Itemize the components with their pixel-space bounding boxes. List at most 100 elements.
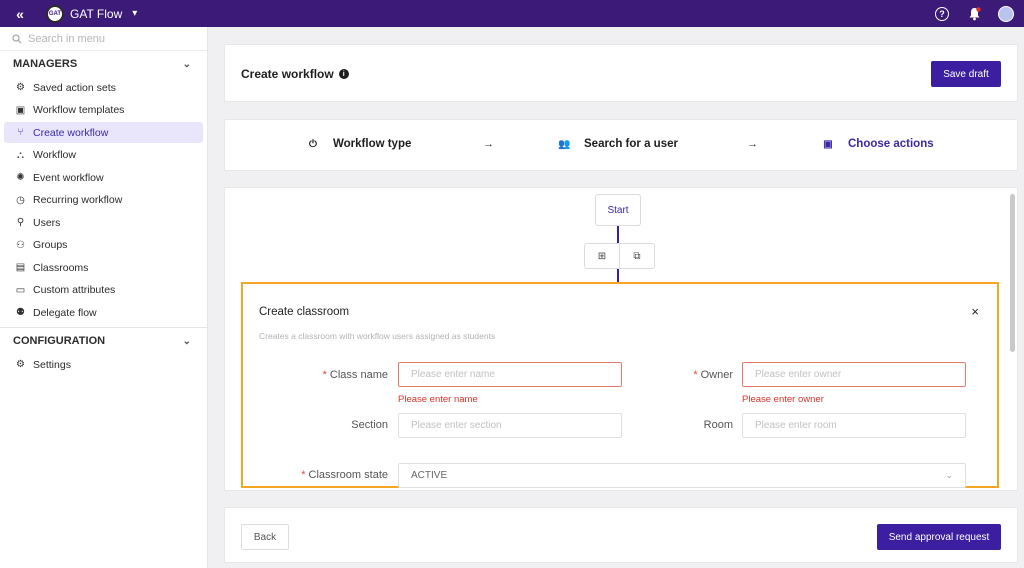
step-label: Choose actions xyxy=(848,138,934,150)
sidebar-item-label: Delegate flow xyxy=(33,306,97,319)
create-classroom-form: Create classroom × Creates a classroom w… xyxy=(241,282,999,488)
arrow-right-icon: → xyxy=(747,138,758,150)
sidebar-item-label: Workflow xyxy=(33,149,76,161)
classroom-state-select[interactable]: ACTIVE ⌄ xyxy=(398,463,966,488)
form-title: Create classroom xyxy=(259,306,350,318)
managers-heading: MANAGERS xyxy=(13,58,78,70)
sidebar-item-settings[interactable]: ⚙ Settings xyxy=(4,354,203,375)
class-name-input[interactable]: Please enter name xyxy=(398,362,622,387)
workflow-steps: ⏻ Workflow type → 👥 Search for a user → … xyxy=(224,119,1018,171)
page-header: Create workflow i Save draft xyxy=(224,44,1018,102)
chevron-down-icon: ⌄ xyxy=(945,470,953,480)
sidebar-item-label: Recurring workflow xyxy=(33,194,123,206)
user-search-icon: ⚲ xyxy=(16,217,25,228)
app-switcher[interactable]: GAT GAT Flow ▾ xyxy=(46,4,137,23)
gears-icon: ⚙ xyxy=(16,82,25,93)
required-marker: * xyxy=(301,469,306,481)
power-icon: ⏻ xyxy=(309,138,317,150)
page-title: Create workflow i xyxy=(241,67,349,81)
users-icon: 👥 xyxy=(558,138,571,150)
workflow-canvas: Start ⊞ ⧉ Create classroom × Creates a c… xyxy=(224,187,1018,491)
configuration-heading: CONFIGURATION xyxy=(13,335,106,347)
hierarchy-icon: ⛬ xyxy=(17,149,24,161)
step-choose-actions[interactable]: ▣ Choose actions xyxy=(822,138,934,150)
save-draft-button[interactable]: Save draft xyxy=(931,61,1001,87)
sidebar-item-classrooms[interactable]: ▤ Classrooms xyxy=(4,257,203,278)
sidebar-item-event-workflow[interactable]: ✺ Event workflow xyxy=(4,167,203,188)
delegate-icon: ⚉ xyxy=(16,307,25,318)
required-marker: * xyxy=(693,369,698,381)
chevron-down-icon: ⌄ xyxy=(182,58,191,70)
classroom-state-label: * Classroom state xyxy=(263,469,388,481)
sidebar-item-workflow-templates[interactable]: ▣ Workflow templates xyxy=(4,100,203,121)
gear-icon: ⚙ xyxy=(16,359,25,370)
step-workflow-type[interactable]: ⏻ Workflow type xyxy=(307,138,411,150)
step-label: Workflow type xyxy=(333,138,412,150)
branch-icon: ⑂ xyxy=(17,127,24,138)
page-title-text: Create workflow xyxy=(241,67,334,81)
template-icon: ▣ xyxy=(15,104,26,116)
configuration-section-toggle[interactable]: CONFIGURATION ⌄ xyxy=(0,328,207,354)
actions-icon: ▣ xyxy=(823,138,833,150)
top-bar: « GAT GAT Flow ▾ ? xyxy=(0,0,1024,27)
avatar[interactable] xyxy=(998,5,1014,22)
room-input[interactable]: Please enter room xyxy=(742,413,966,438)
collapse-sidebar-icon[interactable]: « xyxy=(0,0,40,27)
bell-icon[interactable] xyxy=(966,6,982,22)
managers-section-toggle[interactable]: MANAGERS ⌄ xyxy=(0,51,207,77)
clock-icon: ◷ xyxy=(16,194,25,206)
sidebar: Search in menu MANAGERS ⌄ ⚙ Saved action… xyxy=(0,27,208,568)
owner-label-text: Owner xyxy=(700,369,733,381)
classroom-state-value: ACTIVE xyxy=(411,470,448,481)
step-label: Search for a user xyxy=(584,138,678,150)
section-label: Section xyxy=(351,419,388,431)
close-icon[interactable]: × xyxy=(971,304,979,319)
add-node-icon[interactable]: ⊞ xyxy=(585,244,619,268)
owner-input[interactable]: Please enter owner xyxy=(742,362,966,387)
sidebar-item-saved-action-sets[interactable]: ⚙ Saved action sets xyxy=(4,77,203,98)
chevron-down-icon: ⌄ xyxy=(182,335,191,347)
sidebar-item-create-workflow[interactable]: ⑂ Create workflow xyxy=(4,122,203,143)
sidebar-item-custom-attributes[interactable]: ▭ Custom attributes xyxy=(4,280,203,301)
class-name-error: Please enter name xyxy=(398,394,478,405)
sidebar-item-delegate-flow[interactable]: ⚉ Delegate flow xyxy=(4,302,203,323)
sidebar-item-label: Custom attributes xyxy=(33,284,116,296)
back-button[interactable]: Back xyxy=(241,524,289,550)
owner-error: Please enter owner xyxy=(742,394,824,405)
sidebar-item-recurring-workflow[interactable]: ◷ Recurring workflow xyxy=(4,190,203,211)
app-name: GAT Flow xyxy=(70,6,123,21)
start-node[interactable]: Start xyxy=(595,194,641,226)
alarm-icon: ✺ xyxy=(16,172,25,183)
sidebar-item-label: Users xyxy=(33,216,61,229)
send-approval-request-button[interactable]: Send approval request xyxy=(877,524,1001,550)
sidebar-item-label: Create workflow xyxy=(33,126,109,139)
sidebar-item-label: Event workflow xyxy=(33,171,104,184)
gat-logo-icon: GAT xyxy=(46,4,64,23)
sidebar-item-label: Settings xyxy=(33,358,71,371)
owner-label: * Owner xyxy=(633,369,733,381)
sidebar-item-workflow[interactable]: ⛬ Workflow xyxy=(4,145,203,166)
sidebar-item-groups[interactable]: ⚇ Groups xyxy=(4,235,203,256)
sidebar-item-users[interactable]: ⚲ Users xyxy=(4,212,203,233)
step-search-user[interactable]: 👥 Search for a user xyxy=(558,138,678,150)
help-icon[interactable]: ? xyxy=(934,6,950,22)
section-input[interactable]: Please enter section xyxy=(398,413,622,438)
copy-node-icon[interactable]: ⧉ xyxy=(619,244,654,268)
arrow-right-icon: → xyxy=(483,138,494,150)
form-description: Creates a classroom with workflow users … xyxy=(259,331,496,341)
classroom-icon: ▤ xyxy=(15,262,26,273)
classroom-state-label-text: Classroom state xyxy=(308,469,388,481)
sidebar-item-label: Workflow templates xyxy=(33,104,125,116)
menu-search[interactable]: Search in menu xyxy=(0,27,207,51)
info-icon[interactable]: i xyxy=(338,69,349,79)
connector-line xyxy=(617,226,619,243)
node-toolbar: ⊞ ⧉ xyxy=(584,243,655,269)
class-name-label: * Class name xyxy=(283,369,388,381)
search-icon xyxy=(12,33,22,43)
sidebar-item-label: Classrooms xyxy=(33,261,89,274)
room-label: Room xyxy=(703,419,733,431)
canvas-scrollbar[interactable] xyxy=(1010,194,1015,352)
class-name-label-text: Class name xyxy=(329,369,388,381)
menu-search-placeholder: Search in menu xyxy=(28,32,106,45)
sidebar-item-label: Groups xyxy=(33,239,68,251)
